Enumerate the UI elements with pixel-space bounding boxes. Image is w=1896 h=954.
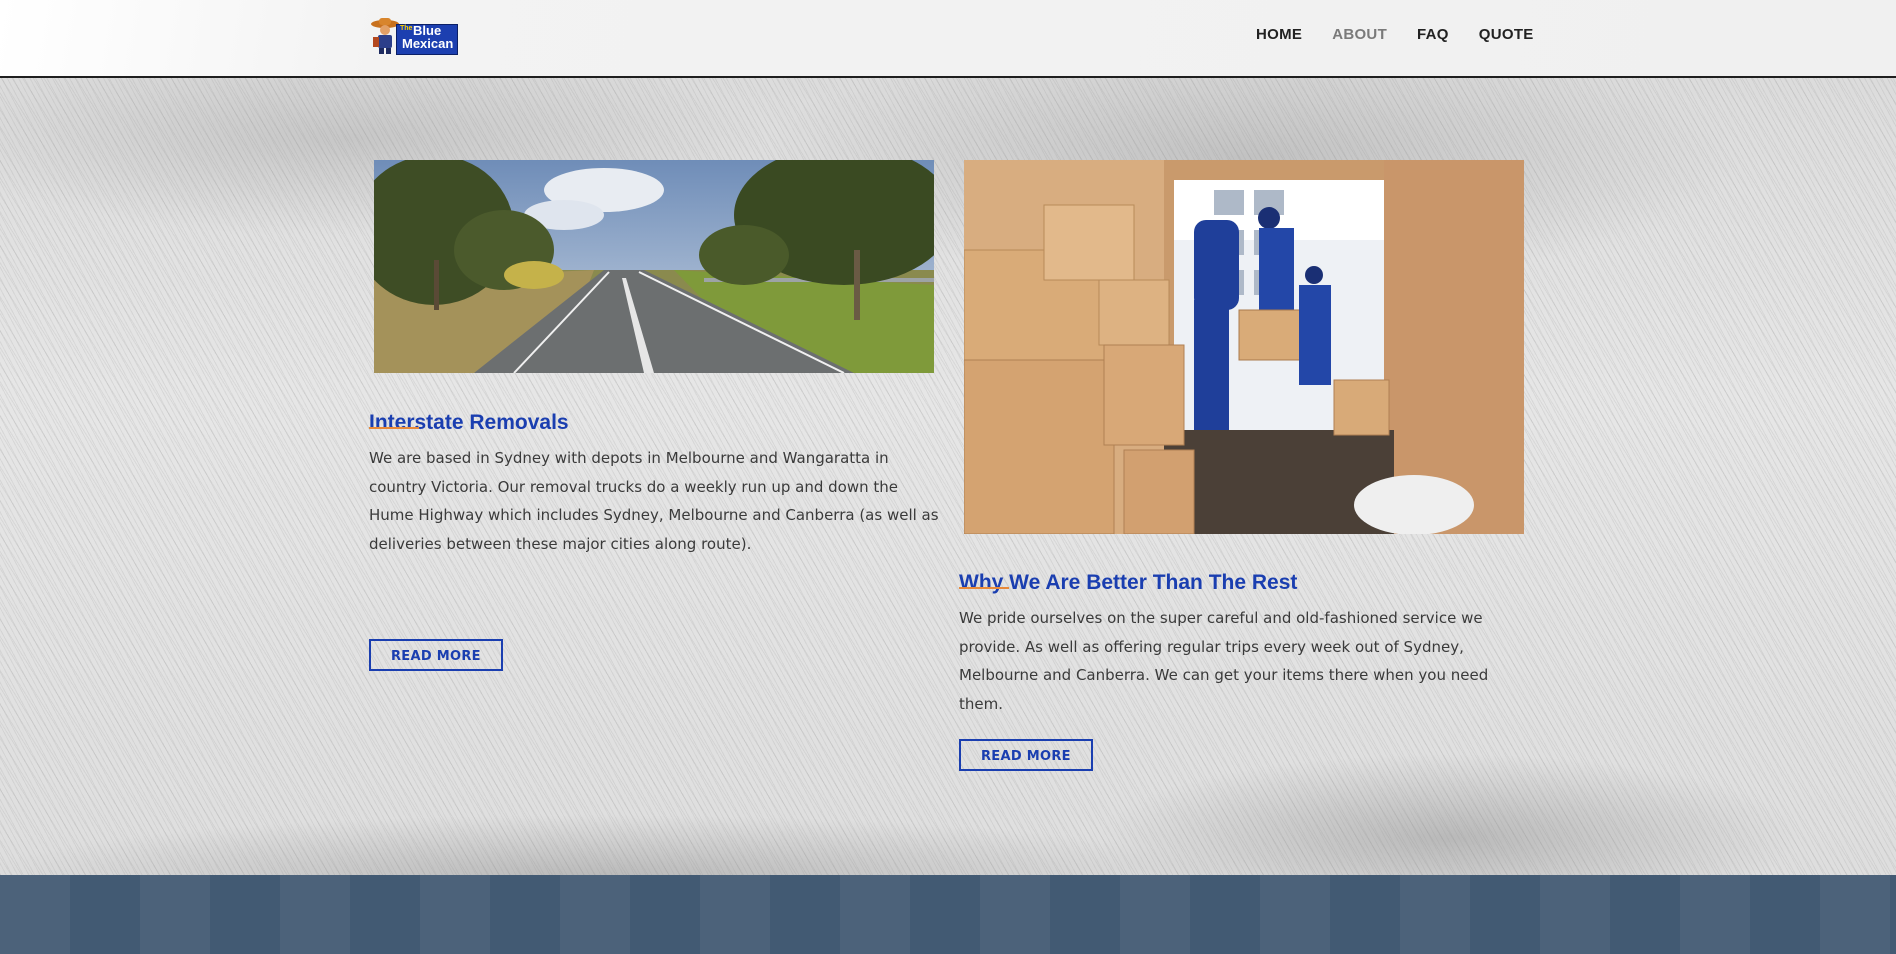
sketch-background — [0, 78, 1896, 875]
card-title-better: Why We Are Better Than The Rest — [959, 571, 1298, 595]
logo-text-mexican: Mexican — [402, 36, 454, 51]
highway-photo — [374, 160, 934, 373]
card-title-interstate: Interstate Removals — [369, 411, 569, 435]
main-nav: HOME ABOUT FAQ QUOTE — [1256, 26, 1534, 43]
title-underline — [959, 587, 1009, 589]
nav-home[interactable]: HOME — [1256, 26, 1302, 43]
site-footer — [0, 875, 1896, 954]
site-logo[interactable]: The Blue Mexican — [370, 16, 458, 55]
read-more-button[interactable]: READ MORE — [959, 739, 1093, 771]
nav-quote[interactable]: QUOTE — [1479, 26, 1534, 43]
title-underline — [369, 427, 419, 429]
nav-about[interactable]: ABOUT — [1332, 26, 1387, 43]
nav-faq[interactable]: FAQ — [1417, 26, 1449, 43]
movers-photo — [964, 160, 1524, 534]
card-text-interstate: We are based in Sydney with depots in Me… — [369, 449, 939, 553]
site-header: The Blue Mexican HOME ABOUT FAQ QUOTE — [0, 0, 1896, 78]
logo-text-the: The — [400, 25, 413, 32]
read-more-button[interactable]: READ MORE — [369, 639, 503, 671]
card-text-better: We pride ourselves on the super careful … — [959, 609, 1489, 713]
